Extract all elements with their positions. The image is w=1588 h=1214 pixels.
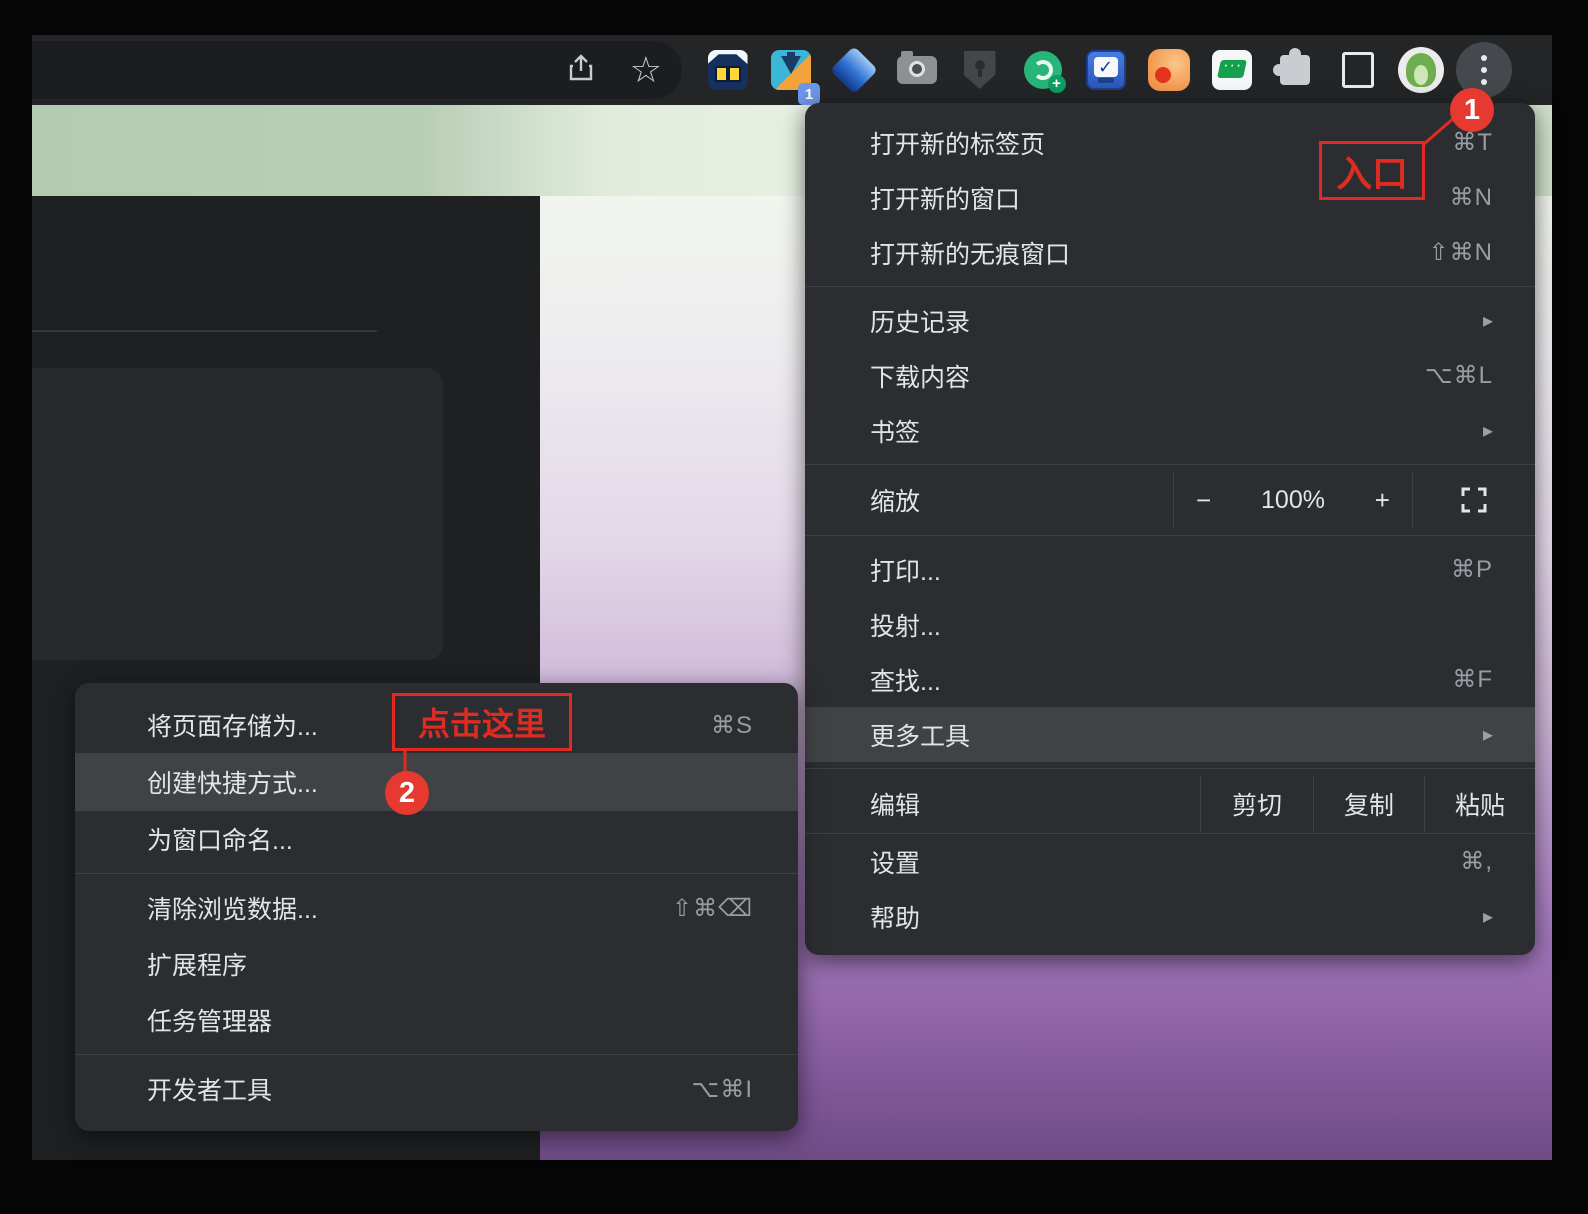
menu-separator	[805, 286, 1535, 287]
shortcut-downloads: ⌥⌘L	[1424, 362, 1493, 389]
zoom-label: 缩放	[870, 488, 921, 516]
annotation-step-2-badge: 2	[385, 771, 429, 815]
panel-card	[32, 368, 443, 660]
downloads-extension-icon[interactable]: 1	[759, 35, 822, 105]
menu-edit-row: 编辑 剪切 复制 粘贴	[805, 775, 1535, 834]
annotation-click-here-box: 点击这里	[392, 693, 572, 751]
submenu-arrow-icon: ▸	[1482, 310, 1493, 332]
browser-toolbar: ☆ 1 ✓	[32, 35, 1552, 105]
shield-extension-icon[interactable]	[948, 35, 1011, 105]
annotation-step-1-badge: 1	[1450, 88, 1494, 132]
menu-item-new-window[interactable]: 打开新的窗口 ⌘N	[805, 170, 1535, 225]
submenu-arrow-icon: ▸	[1482, 420, 1493, 442]
panel-divider	[32, 330, 377, 332]
gem-extension-icon[interactable]	[822, 35, 885, 105]
menu-item-find[interactable]: 查找... ⌘F	[805, 652, 1535, 707]
screenshot-frame: ☆ 1 ✓	[0, 0, 1588, 1214]
extension-icon-row: 1 ✓	[696, 35, 1515, 105]
menu-item-cast[interactable]: 投射...	[805, 597, 1535, 652]
camera-extension-icon[interactable]	[885, 35, 948, 105]
menu-item-downloads[interactable]: 下载内容 ⌥⌘L	[805, 348, 1535, 403]
shortcut-incognito: ⇧⌘N	[1428, 239, 1493, 266]
zoom-in-button[interactable]: +	[1375, 485, 1390, 516]
submenu-arrow-icon: ▸	[1482, 724, 1493, 746]
extensions-puzzle-icon[interactable]	[1263, 35, 1326, 105]
menu-item-task-manager[interactable]: 任务管理器	[75, 992, 798, 1048]
checkbox-extension-icon[interactable]: ✓	[1074, 35, 1137, 105]
edit-label: 编辑	[870, 792, 921, 820]
menu-separator	[75, 1054, 798, 1055]
cat-extension-icon[interactable]	[696, 35, 759, 105]
orange-reader-extension-icon[interactable]	[1137, 35, 1200, 105]
profile-avatar[interactable]	[1389, 35, 1452, 105]
zoom-level-value: 100%	[1261, 485, 1325, 514]
menu-item-more-tools[interactable]: 更多工具 ▸	[805, 707, 1535, 762]
shortcut-find: ⌘F	[1452, 666, 1493, 693]
zoom-out-button[interactable]: −	[1196, 485, 1211, 516]
zoom-controls: − 100% +	[1173, 471, 1413, 529]
menu-separator	[805, 535, 1535, 536]
menu-item-help[interactable]: 帮助 ▸	[805, 889, 1535, 944]
shortcut-save-page: ⌘S	[710, 711, 753, 739]
menu-item-new-incognito-window[interactable]: 打开新的无痕窗口 ⇧⌘N	[805, 225, 1535, 280]
annotation-entry-box: 入口	[1319, 141, 1425, 200]
menu-zoom-row: 缩放 − 100% +	[805, 471, 1535, 529]
submenu-arrow-icon: ▸	[1482, 906, 1493, 928]
menu-item-create-shortcut[interactable]: 创建快捷方式...	[75, 753, 798, 811]
shortcut-settings: ⌘,	[1460, 848, 1493, 875]
menu-item-history[interactable]: 历史记录 ▸	[805, 293, 1535, 348]
shortcut-print: ⌘P	[1450, 556, 1493, 583]
fullscreen-button[interactable]	[1413, 471, 1535, 529]
three-dot-icon	[1480, 55, 1487, 85]
downloads-badge: 1	[798, 83, 820, 105]
shortcut-devtools: ⌥⌘I	[691, 1075, 753, 1103]
side-panel-icon[interactable]	[1326, 35, 1389, 105]
fullscreen-icon	[1461, 487, 1487, 513]
share-icon[interactable]	[568, 53, 594, 87]
shortcut-new-tab: ⌘T	[1452, 129, 1493, 156]
shortcut-clear-data: ⇧⌘⌫	[671, 894, 753, 922]
menu-item-new-tab[interactable]: 打开新的标签页 ⌘T	[805, 115, 1535, 170]
menu-item-clear-browsing-data[interactable]: 清除浏览数据... ⇧⌘⌫	[75, 880, 798, 936]
menu-item-developer-tools[interactable]: 开发者工具 ⌥⌘I	[75, 1061, 798, 1117]
menu-item-extensions[interactable]: 扩展程序	[75, 936, 798, 992]
address-bar: ☆	[32, 41, 682, 99]
menu-item-print[interactable]: 打印... ⌘P	[805, 542, 1535, 597]
menu-item-settings[interactable]: 设置 ⌘,	[805, 834, 1535, 889]
bookmark-star-icon[interactable]: ☆	[630, 52, 662, 88]
copy-button[interactable]: 复制	[1313, 775, 1424, 833]
menu-item-name-window[interactable]: 为窗口命名...	[75, 811, 798, 867]
cut-button[interactable]: 剪切	[1200, 775, 1313, 833]
chrome-main-menu: 打开新的标签页 ⌘T 打开新的窗口 ⌘N 打开新的无痕窗口 ⇧⌘N 历史记录 ▸…	[805, 103, 1535, 955]
shortcut-new-window: ⌘N	[1449, 184, 1493, 211]
chat-extension-icon[interactable]	[1200, 35, 1263, 105]
paste-button[interactable]: 粘贴	[1424, 775, 1535, 833]
green-snail-extension-icon[interactable]	[1011, 35, 1074, 105]
menu-item-bookmarks[interactable]: 书签 ▸	[805, 403, 1535, 458]
menu-separator	[805, 464, 1535, 465]
menu-separator	[75, 873, 798, 874]
menu-separator	[805, 768, 1535, 769]
